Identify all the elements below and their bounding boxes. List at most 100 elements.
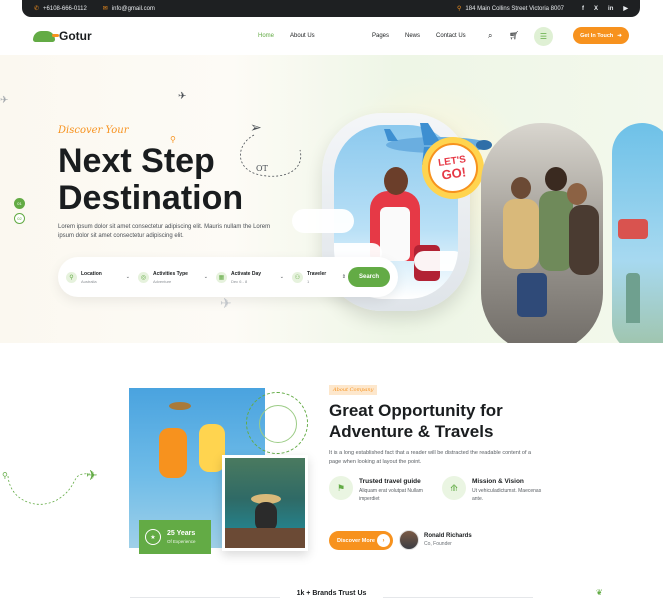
- search-icon[interactable]: ⌕: [488, 31, 492, 41]
- hero-title-line1: Next Step: [58, 142, 215, 180]
- mail-icon: ✉: [102, 6, 108, 12]
- family-head: [567, 183, 587, 205]
- deco-plane-bottom-icon: ✈: [220, 295, 232, 311]
- facebook-icon[interactable]: f: [582, 6, 584, 12]
- chevron-down-icon: ⌄: [125, 274, 130, 280]
- nav-contact[interactable]: Contact Us: [436, 33, 466, 39]
- activities-type-field[interactable]: ◎ Activities Type Adventure ⌄: [138, 271, 216, 284]
- family-member: [539, 191, 573, 271]
- hat-figure: [169, 402, 191, 410]
- svg-text:✈: ✈: [86, 467, 98, 483]
- compass-icon: ◎: [138, 271, 149, 283]
- hamburger-icon: ☰: [539, 32, 548, 41]
- chevron-down-icon: ⌄: [279, 274, 284, 280]
- family-head: [545, 167, 567, 191]
- about-boat-image: [222, 455, 308, 551]
- slider-dot-1[interactable]: 01: [14, 198, 25, 209]
- nav-news[interactable]: News: [405, 33, 420, 39]
- family-head: [511, 177, 531, 199]
- traveler-head: [384, 167, 408, 195]
- hero-slider-dots: 01 02: [14, 198, 25, 224]
- brands-heading: 1k + Brands Trust Us: [296, 590, 367, 597]
- statue-of-liberty-image: [612, 123, 663, 343]
- topbar-phone[interactable]: ✆ +6108-666-0112: [34, 5, 87, 13]
- deco-plane-small-icon: ✈: [178, 91, 187, 102]
- top-info-bar: ✆ +6108-666-0112 ✉ info@gmail.com ⚲ 184 …: [22, 0, 640, 17]
- calendar-icon: ▦: [216, 271, 227, 283]
- feature-title: Trusted travel guide: [359, 478, 421, 485]
- nav-home[interactable]: Home: [258, 33, 274, 39]
- nav-pages[interactable]: Pages: [372, 33, 389, 39]
- youtube-icon[interactable]: ▶: [623, 5, 628, 12]
- site-logo[interactable]: Gotur: [33, 29, 92, 43]
- cloud: [414, 251, 458, 271]
- statue-figure: [626, 273, 640, 323]
- hero-eyebrow: Discover Your: [58, 125, 129, 136]
- traveler-value: 1: [307, 278, 310, 284]
- arrow-right-icon: ➜: [617, 32, 622, 39]
- logo-hat-icon: [33, 30, 59, 42]
- feature-mission-vision: ⟰ Mission & Vision Ut vehiculadictumst. …: [442, 476, 542, 504]
- guide-icon: ⚑: [329, 476, 353, 500]
- award-icon: ★: [145, 529, 161, 545]
- about-title: Great Opportunity for Adventure & Travel…: [329, 401, 503, 442]
- cloud-left: [292, 209, 354, 233]
- topbar-email-text: info@gmail.com: [111, 5, 155, 12]
- location-label: Location: [81, 270, 102, 277]
- trip-search-form: ⚲ Location Australia ⌄ ◎ Activities Type…: [58, 257, 398, 297]
- phone-icon: ✆: [34, 6, 40, 12]
- users-icon: ⚇: [292, 271, 303, 283]
- dashed-flight-path-about: ⚲ ✈: [2, 467, 98, 505]
- founder-name: Ronald Richards: [424, 533, 472, 539]
- chevron-down-icon: ⌄: [203, 274, 208, 280]
- svg-text:⚲: ⚲: [2, 471, 8, 480]
- hero-description: Lorem ipsum dolor sit amet consectetur a…: [58, 224, 271, 240]
- get-in-touch-button[interactable]: Get In Touch ➜: [573, 27, 629, 44]
- family-member: [503, 199, 539, 269]
- main-header: Gotur: [0, 17, 663, 55]
- avatar: [399, 530, 419, 550]
- x-twitter-icon[interactable]: X: [594, 6, 598, 12]
- topbar-address: ⚲ 184 Main Collins Street Victoria 8007: [456, 5, 564, 13]
- deco-plane-icon: ✈: [0, 95, 9, 106]
- suitcase-blue: [517, 273, 547, 317]
- logo-text: Gotur: [59, 29, 92, 43]
- topbar-email[interactable]: ✉ info@gmail.com: [102, 5, 155, 13]
- mission-icon: ⟰: [442, 476, 466, 500]
- hero-section: ✈ ✈ ➢ ⚲ ✈ OT Discover Your Next Step Des…: [0, 55, 663, 343]
- activities-value: Adventure: [153, 278, 172, 284]
- location-value: Australia: [81, 278, 97, 284]
- activate-day-value: Dec 6 - 8: [231, 278, 248, 284]
- cart-icon[interactable]: 🛒︎: [509, 31, 519, 40]
- about-description: It is a long established fact that a rea…: [329, 450, 532, 465]
- nav-about[interactable]: About Us: [290, 33, 315, 39]
- about-tag: About Company: [329, 385, 378, 395]
- activate-day-field[interactable]: ▦ Activate Day Dec 6 - 8 ⌄: [216, 271, 292, 284]
- stepper-icon[interactable]: ⇕: [342, 274, 346, 280]
- feature-trusted-guide: ⚑ Trusted travel guide Aliquam erat volu…: [329, 476, 429, 504]
- hero-title-line2: Destination: [58, 179, 244, 218]
- search-button[interactable]: Search: [348, 267, 390, 287]
- slider-dot-2[interactable]: 02: [14, 213, 25, 224]
- arrow-right-icon: ›: [377, 534, 390, 547]
- family-member: [569, 205, 599, 275]
- traveler-figure: [159, 428, 187, 478]
- lets-go-line2: GO!: [440, 163, 467, 183]
- discover-more-button[interactable]: Discover More ›: [329, 531, 393, 550]
- activate-day-label: Activate Day: [231, 270, 262, 277]
- location-pin-icon: ⚲: [456, 6, 462, 12]
- experience-badge: ★ 25 Years Of Experience: [139, 520, 211, 554]
- divider: [383, 597, 533, 598]
- map-pin-icon: ⚲: [66, 271, 77, 283]
- feature-desc: Ut vehiculadictumst. Maecenas ante.: [472, 488, 542, 502]
- menu-toggle-button[interactable]: ☰: [534, 27, 553, 46]
- experience-label: Of Experience: [167, 539, 196, 544]
- founder-role: Co, Founder: [424, 541, 452, 547]
- location-field[interactable]: ⚲ Location Australia ⌄: [66, 271, 138, 284]
- traveler-field[interactable]: ⚇ Traveler 1 ⇕: [292, 271, 348, 284]
- ferris-wheel-illustration: [246, 392, 308, 454]
- activities-label: Activities Type: [153, 270, 188, 277]
- linkedin-icon[interactable]: in: [608, 6, 613, 12]
- traveler-shirt: [380, 207, 410, 261]
- suitcase-red: [618, 219, 648, 239]
